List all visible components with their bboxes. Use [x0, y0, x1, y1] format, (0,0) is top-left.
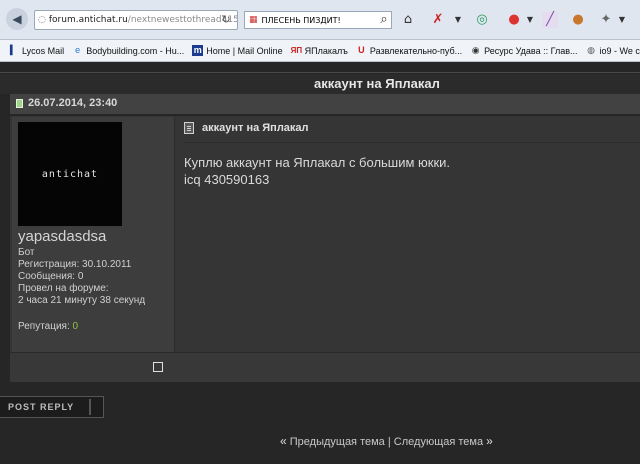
- bookmark-io9[interactable]: ◍ io9 - We come fro: [586, 45, 640, 56]
- u-icon: U: [358, 45, 365, 55]
- bookmark-mailonline[interactable]: m Home | Mail Online: [192, 45, 283, 56]
- lycos-icon: ▍: [10, 45, 17, 55]
- prev-thread-link[interactable]: Предыдущая тема: [290, 436, 385, 448]
- mailonline-icon: m: [192, 45, 204, 56]
- nav-separator: |: [387, 436, 391, 448]
- browser-toolbar: ◀ ◌ forum.antichat.ru/nextnewesttothread…: [0, 0, 640, 40]
- chevron-down-icon[interactable]: ▼: [450, 12, 466, 28]
- search-input[interactable]: ▦ ПЛЕСЕНЬ ПИЗДИТ!: [244, 11, 392, 29]
- document-icon: [184, 122, 194, 134]
- reputation-label: Репутация:: [18, 321, 73, 332]
- next-thread-link[interactable]: Следующая тема: [394, 436, 483, 448]
- double-right-arrow-icon: »: [486, 434, 493, 448]
- user-messages: Сообщения: 0: [18, 271, 84, 282]
- bookmark-u[interactable]: U Развлекательно-пуб...: [356, 45, 462, 56]
- message-line: icq 430590163: [184, 172, 270, 187]
- select-post-checkbox[interactable]: [153, 362, 163, 372]
- divider: [184, 142, 640, 143]
- udav-icon: ◉: [471, 45, 480, 55]
- user-online-label: Провел на форуме:: [18, 283, 109, 294]
- post-status-icon: [16, 99, 23, 108]
- pen-icon[interactable]: ╱: [542, 12, 558, 28]
- double-left-arrow-icon: «: [280, 434, 287, 448]
- bookmark-label: Ресурс Удава :: Глав...: [484, 45, 578, 56]
- address-bar[interactable]: ◌ forum.antichat.ru/nextnewesttothread41…: [34, 10, 238, 30]
- reload-icon[interactable]: ↻: [218, 12, 234, 28]
- bookmark-bodybuilding[interactable]: e Bodybuilding.com - Hu...: [72, 45, 184, 56]
- bookmark-lycos[interactable]: ▍ Lycos Mail: [8, 45, 64, 56]
- bookmark-label: Home | Mail Online: [206, 45, 283, 56]
- addon-circle-icon[interactable]: ◎: [474, 12, 490, 28]
- io9-icon: ◍: [587, 45, 595, 55]
- bookmark-udav[interactable]: ◉ Ресурс Удава :: Глав...: [470, 45, 578, 56]
- post-footer: [10, 352, 640, 382]
- thread-title: аккаунт на Яплакал: [314, 76, 440, 91]
- home-icon[interactable]: ⌂: [400, 12, 416, 28]
- extension-icon[interactable]: ✦: [598, 12, 614, 28]
- bookmark-label: Lycos Mail: [22, 45, 65, 56]
- user-reputation: Репутация: 0: [18, 321, 78, 332]
- username[interactable]: yapasdasdsa: [18, 228, 106, 245]
- bodybuilding-icon: e: [75, 45, 81, 55]
- post-reply-button[interactable]: POST REPLY: [0, 396, 104, 418]
- post-date: 26.07.2014, 23:40: [28, 97, 118, 109]
- bookmarks-bar: ▍ Lycos Mail e Bodybuilding.com - Hu... …: [0, 40, 640, 62]
- message-title: аккаунт на Яплакал: [202, 122, 309, 134]
- search-engine-icon: ▦: [249, 15, 258, 25]
- bookmark-label: Bodybuilding.com - Hu...: [86, 45, 185, 56]
- back-arrow-icon[interactable]: ◀: [6, 8, 28, 30]
- divider: [174, 117, 175, 381]
- noscript-icon[interactable]: ✗: [430, 12, 446, 28]
- search-icon[interactable]: ⌕: [376, 12, 392, 28]
- message-line: Куплю аккаунт на Яплакал с большим юкки.: [184, 155, 451, 170]
- divider: [0, 72, 640, 73]
- thread-navigation: « Предыдущая тема | Следующая тема »: [280, 434, 493, 448]
- url-domain: forum.antichat.ru: [48, 15, 128, 25]
- reputation-value: 0: [72, 321, 79, 332]
- basketball-icon[interactable]: ●: [570, 12, 586, 28]
- bookmark-label: ЯПлакалъ: [304, 45, 348, 56]
- bookmark-yaplakal[interactable]: ЯП ЯПлакалъ: [291, 45, 348, 56]
- avatar-text: antichat: [41, 168, 99, 180]
- chevron-down-icon-2[interactable]: ▼: [522, 12, 538, 28]
- post-reply-label: POST REPLY: [8, 402, 75, 412]
- user-online-time: 2 часа 21 минуту 38 секунд: [18, 295, 146, 306]
- user-role: Бот: [18, 247, 35, 258]
- addon-red-icon[interactable]: ●: [506, 12, 522, 28]
- avatar[interactable]: antichat: [18, 122, 122, 226]
- bookmark-label: Развлекательно-пуб...: [369, 45, 463, 56]
- message-title-row: аккаунт на Яплакал: [184, 122, 309, 134]
- search-text: ПЛЕСЕНЬ ПИЗДИТ!: [261, 15, 341, 25]
- user-registered: Регистрация: 30.10.2011: [18, 259, 132, 270]
- message-body: Куплю аккаунт на Яплакал с большим юкки.…: [184, 154, 450, 188]
- chevron-down-icon-3[interactable]: ▼: [614, 12, 630, 28]
- yaplakal-icon: ЯП: [290, 46, 303, 55]
- bookmark-label: io9 - We come fro: [599, 45, 640, 56]
- globe-icon: ◌: [38, 15, 46, 25]
- divider: [89, 399, 91, 415]
